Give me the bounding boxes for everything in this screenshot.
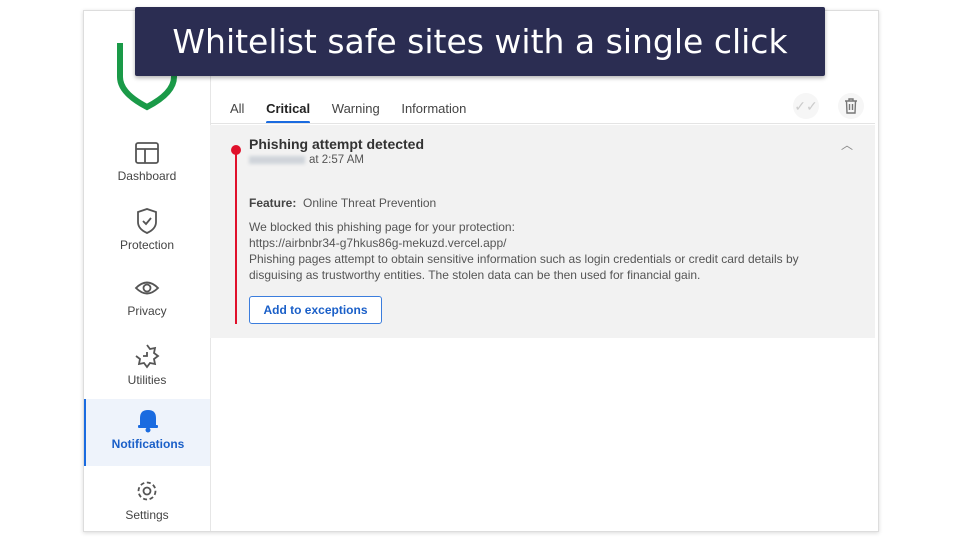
mark-all-read-button[interactable]: ✓✓ <box>793 93 819 119</box>
dashboard-icon <box>135 142 159 164</box>
bell-icon <box>138 410 158 433</box>
add-to-exceptions-button[interactable]: Add to exceptions <box>249 296 382 324</box>
sidebar-item-utilities[interactable]: Utilities <box>84 335 210 401</box>
divider <box>210 123 875 124</box>
sidebar-item-label: Settings <box>125 508 169 522</box>
sidebar-item-notifications[interactable]: Notifications <box>84 399 210 466</box>
notification-card: Phishing attempt detected at 2:57 AM ︿ F… <box>210 125 875 338</box>
tab-warning[interactable]: Warning <box>332 101 380 116</box>
notification-description: We blocked this phishing page for your p… <box>249 219 849 283</box>
eye-icon <box>134 281 160 295</box>
caption-banner: Whitelist safe sites with a single click <box>135 7 825 76</box>
blocked-url: https://airbnbr34-g7hkus86g-mekuzd.verce… <box>249 236 507 250</box>
sidebar-item-dashboard[interactable]: Dashboard <box>84 133 210 199</box>
description-line: We blocked this phishing page for your p… <box>249 220 515 234</box>
sidebar-item-privacy[interactable]: Privacy <box>84 268 210 334</box>
sidebar-item-label: Utilities <box>127 373 167 387</box>
shield-check-icon <box>137 208 157 234</box>
sidebar: Dashboard Protection Privacy Utilities N… <box>84 11 211 531</box>
sidebar-item-label: Dashboard <box>117 169 177 183</box>
sidebar-item-label: Notifications <box>111 437 185 451</box>
utilities-icon <box>135 344 160 369</box>
sidebar-item-protection[interactable]: Protection <box>84 200 210 266</box>
sidebar-item-label: Privacy <box>127 304 167 318</box>
tab-all[interactable]: All <box>230 101 244 116</box>
feature-value: Online Threat Prevention <box>303 196 437 210</box>
filter-tabs: All Critical Warning Information <box>230 101 484 116</box>
blurred-date <box>249 155 305 164</box>
tab-information[interactable]: Information <box>401 101 466 116</box>
double-check-icon: ✓✓ <box>794 97 818 114</box>
notification-title: Phishing attempt detected <box>249 136 425 152</box>
sidebar-item-label: Protection <box>119 238 175 252</box>
notification-time: at 2:57 AM <box>249 154 364 166</box>
feature-row: Feature: Online Threat Prevention <box>249 196 436 210</box>
description-detail: Phishing pages attempt to obtain sensiti… <box>249 252 799 282</box>
collapse-chevron-icon[interactable]: ︿ <box>841 136 853 153</box>
gear-icon <box>137 481 157 501</box>
trash-icon <box>845 98 857 114</box>
delete-button[interactable] <box>838 93 864 119</box>
timeline-line <box>235 150 237 324</box>
sidebar-item-settings[interactable]: Settings <box>84 470 210 536</box>
tab-critical[interactable]: Critical <box>266 101 310 116</box>
feature-label: Feature: <box>249 196 297 210</box>
time-text: at 2:57 AM <box>309 154 364 166</box>
